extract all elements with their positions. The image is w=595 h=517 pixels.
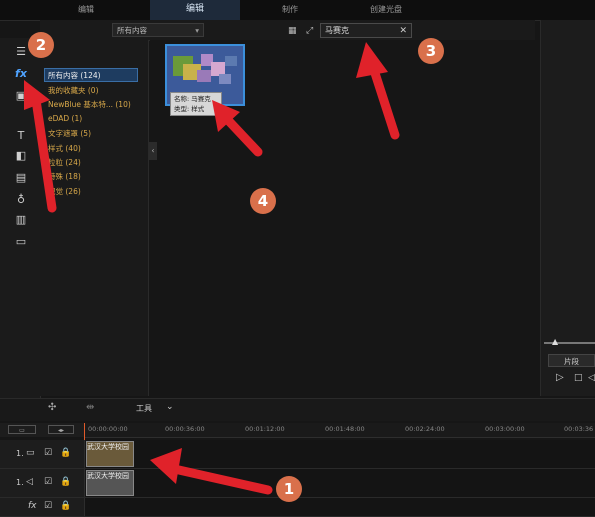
arrow-3 [369, 65, 400, 140]
annotation-badge-1: 1 [276, 476, 302, 502]
arrow-3-head [356, 42, 388, 78]
arrow-1-head [150, 448, 182, 484]
arrow-1 [165, 463, 273, 495]
arrow-2 [31, 95, 57, 213]
arrow-4 [221, 113, 263, 157]
annotation-badge-4: 4 [250, 188, 276, 214]
annotation-badge-2: 2 [28, 32, 54, 58]
annotation-arrows [24, 42, 400, 495]
annotation-badge-3: 3 [418, 38, 444, 64]
